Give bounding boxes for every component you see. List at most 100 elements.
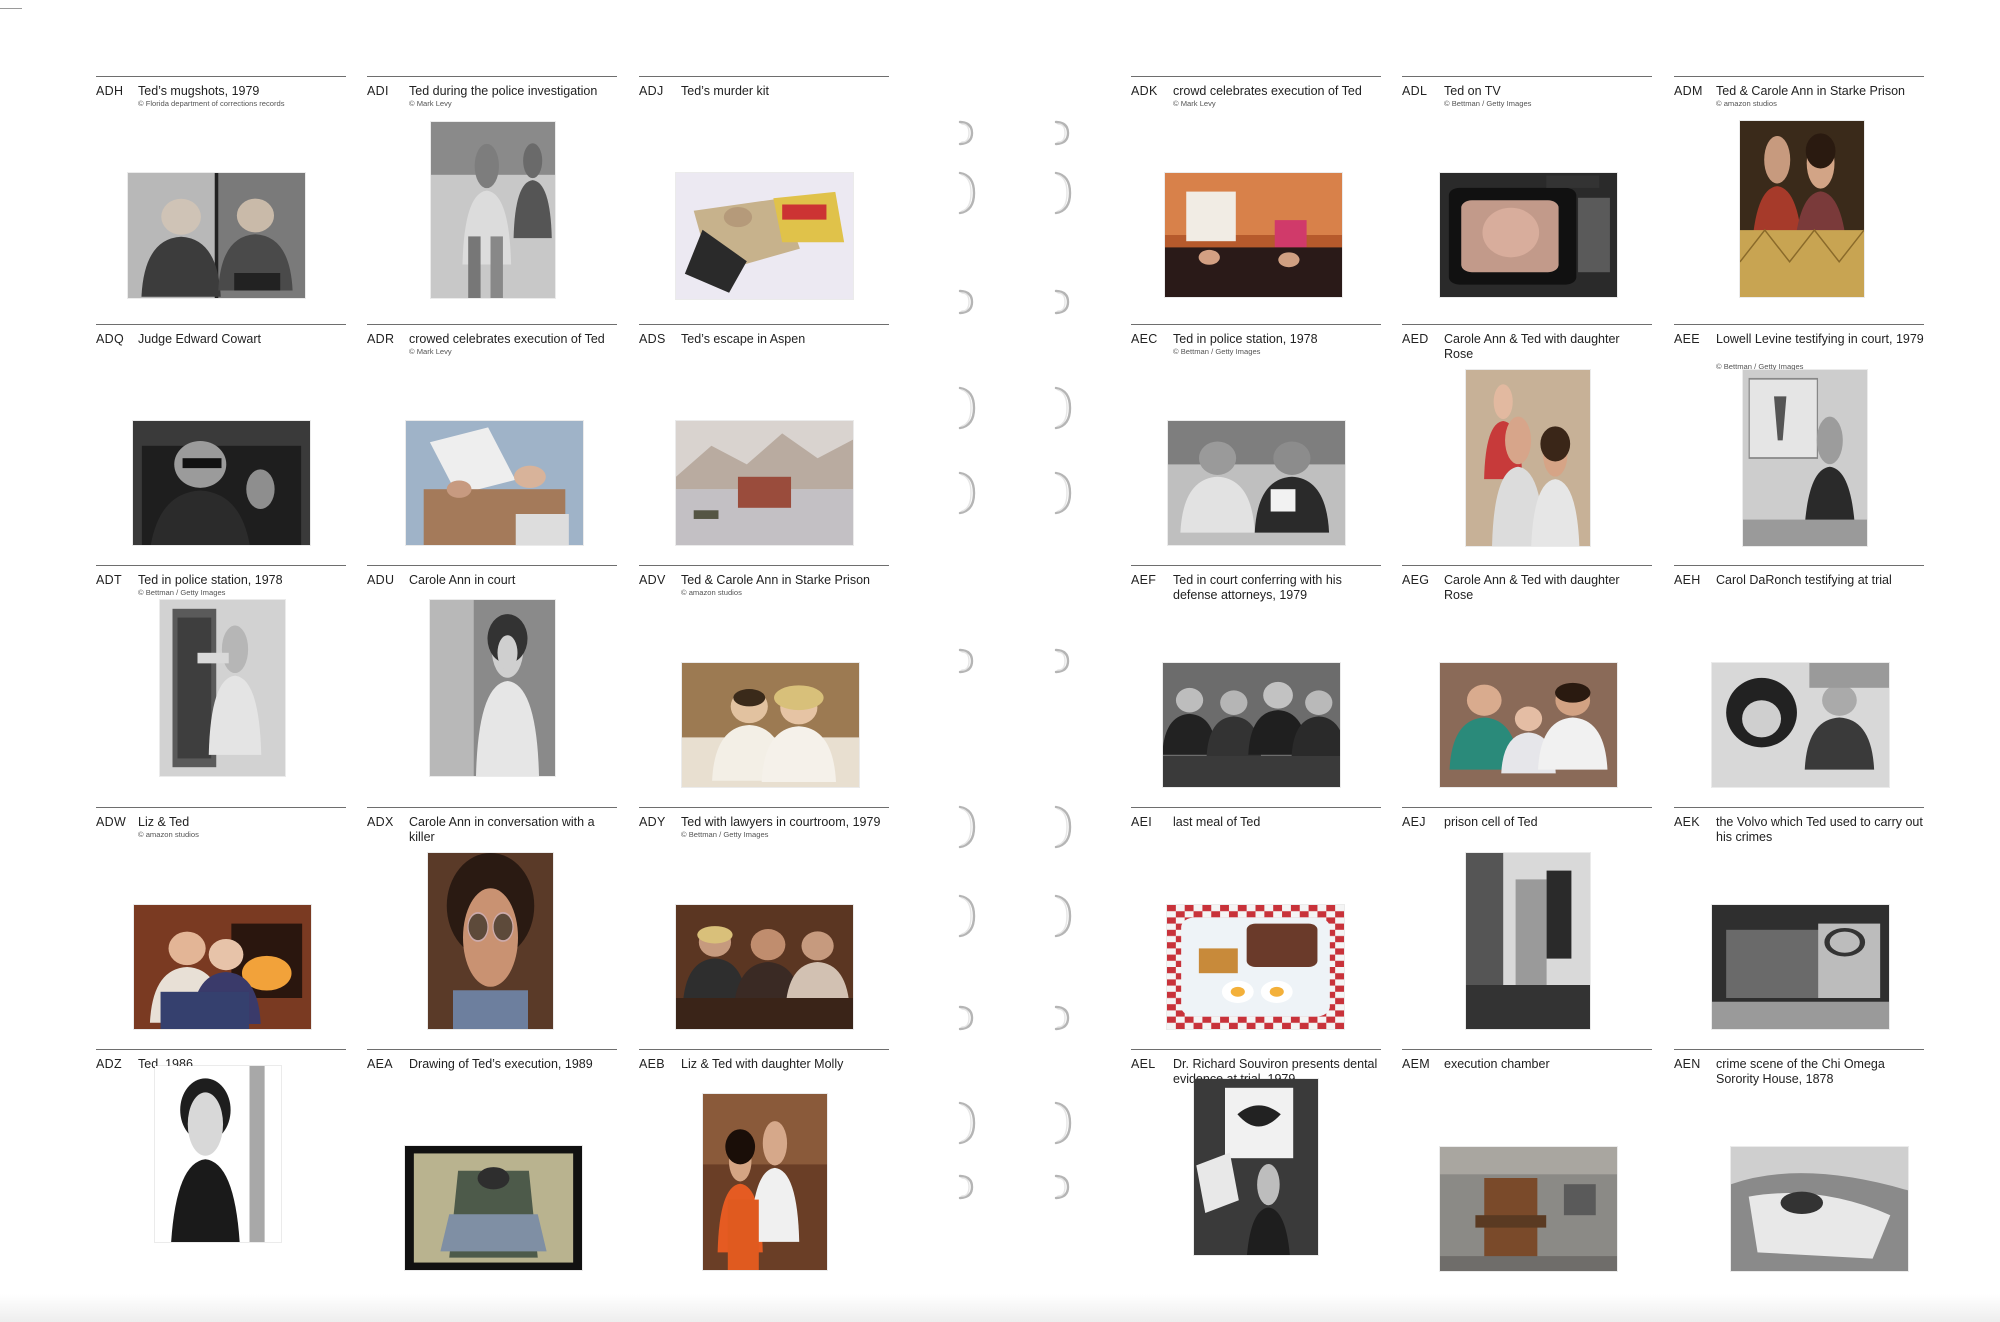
item-photo	[1712, 905, 1889, 1029]
item-divider	[639, 565, 889, 566]
item-code: ADV	[639, 573, 666, 587]
catalog-item-ady: ADY Ted with lawyers in courtroom, 1979 ©…	[639, 807, 889, 1049]
item-divider	[1674, 1049, 1924, 1050]
item-code: AEF	[1131, 573, 1157, 587]
item-divider	[96, 76, 346, 77]
item-code: ADX	[367, 815, 394, 829]
catalog-item-aei: AEI last meal of Ted	[1131, 807, 1381, 1049]
item-divider	[367, 76, 617, 77]
photo-credit: © Bettman / Getty Images	[1444, 99, 1532, 108]
item-code: AEH	[1674, 573, 1701, 587]
item-divider	[96, 807, 346, 808]
item-photo	[128, 173, 305, 298]
item-divider	[639, 807, 889, 808]
photo-credit: © Mark Levy	[1173, 99, 1216, 108]
binder-hole-icon	[958, 1174, 974, 1200]
item-code: ADL	[1402, 84, 1428, 98]
item-divider	[1402, 565, 1652, 566]
item-code: AEG	[1402, 573, 1430, 587]
item-photo	[1466, 853, 1590, 1029]
item-code: AEL	[1131, 1057, 1156, 1071]
item-caption: Ted’s murder kit	[681, 84, 769, 98]
item-photo	[155, 1066, 281, 1242]
item-photo	[428, 853, 553, 1029]
item-caption: last meal of Ted	[1173, 815, 1261, 829]
photo-credit: © amazon studios	[681, 588, 742, 597]
item-caption: Ted with lawyers in courtroom, 1979	[681, 815, 881, 829]
item-photo	[160, 600, 285, 776]
catalog-item-adu: ADU Carole Ann in court	[367, 565, 617, 807]
item-caption: the Volvo which Ted used to carry out hi…	[1716, 815, 1923, 844]
item-code: ADY	[639, 815, 666, 829]
item-caption: crime scene of the Chi Omega Sorority Ho…	[1716, 1057, 1885, 1086]
item-caption: Liz & Ted with daughter Molly	[681, 1057, 844, 1071]
item-code: AEM	[1402, 1057, 1430, 1071]
item-caption: Ted on TV	[1444, 84, 1501, 98]
photo-credit: © Mark Levy	[409, 347, 452, 356]
item-divider	[1131, 324, 1381, 325]
binder-hole-icon	[1054, 648, 1070, 674]
item-code: AEI	[1131, 815, 1153, 829]
binder-hole-icon	[958, 1005, 974, 1031]
item-caption: Ted’s mugshots, 1979	[138, 84, 260, 98]
photo-credit: © amazon studios	[138, 830, 199, 839]
item-photo	[1165, 173, 1342, 297]
catalog-item-aem: AEM execution chamber	[1402, 1049, 1652, 1291]
catalog-item-aea: AEA Drawing of Ted’s execution, 1989	[367, 1049, 617, 1291]
item-divider	[367, 1049, 617, 1050]
item-photo	[676, 421, 853, 545]
item-caption: Carole Ann & Ted with daughter Rose	[1444, 573, 1620, 602]
item-photo	[1163, 663, 1340, 787]
item-photo	[1731, 1147, 1908, 1271]
item-photo	[676, 173, 853, 299]
item-divider	[1402, 324, 1652, 325]
catalog-item-aeb: AEB Liz & Ted with daughter Molly	[639, 1049, 889, 1291]
item-caption: Judge Edward Cowart	[138, 332, 261, 346]
item-code: AEN	[1674, 1057, 1701, 1071]
item-photo	[1440, 1147, 1617, 1271]
binder-hole-icon	[958, 289, 974, 315]
binder-hole-icon	[1054, 171, 1072, 215]
catalog-item-adh: ADH Ted’s mugshots, 1979 © Florida depart…	[96, 76, 346, 318]
catalog-page-left: ADH Ted’s mugshots, 1979 © Florida depart…	[0, 0, 940, 1322]
item-divider	[96, 324, 346, 325]
item-photo	[1440, 663, 1617, 787]
binder-hole-icon	[1054, 386, 1072, 430]
item-code: ADH	[96, 84, 124, 98]
item-photo	[1168, 421, 1345, 545]
item-code: AEJ	[1402, 815, 1426, 829]
item-code: AEB	[639, 1057, 665, 1071]
catalog-item-ael: AEL Dr. Richard Souviron presents dental…	[1131, 1049, 1381, 1291]
item-divider	[1402, 1049, 1652, 1050]
item-divider	[96, 565, 346, 566]
item-divider	[1131, 1049, 1381, 1050]
item-photo	[1167, 905, 1344, 1029]
item-caption: Carol DaRonch testifying at trial	[1716, 573, 1892, 587]
catalog-item-aeg: AEG Carole Ann & Ted with daughter Rose	[1402, 565, 1652, 807]
catalog-item-adz: ADZ Ted, 1986	[96, 1049, 346, 1291]
catalog-item-aee: AEE Lowell Levine testifying in court, 1…	[1674, 324, 1924, 566]
catalog-item-adq: ADQ Judge Edward Cowart	[96, 324, 346, 566]
catalog-item-adx: ADX Carole Ann in conversation with a ki…	[367, 807, 617, 1049]
item-code: ADS	[639, 332, 666, 346]
item-divider	[1674, 807, 1924, 808]
item-divider	[367, 807, 617, 808]
catalog-page-right: ADK crowd celebrates execution of Ted © M…	[1090, 0, 2000, 1322]
catalog-item-adm: ADM Ted & Carole Ann in Starke Prison © a…	[1674, 76, 1924, 318]
item-code: AED	[1402, 332, 1429, 346]
photo-credit: © Bettman / Getty Images	[138, 588, 226, 597]
item-divider	[1674, 324, 1924, 325]
item-caption: Carole Ann in court	[409, 573, 516, 587]
catalog-item-adi: ADI Ted during the police investigation ©…	[367, 76, 617, 318]
item-divider	[1131, 807, 1381, 808]
catalog-item-aen: AEN crime scene of the Chi Omega Sororit…	[1674, 1049, 1924, 1291]
catalog-item-aej: AEJ prison cell of Ted	[1402, 807, 1652, 1049]
binder-hole-icon	[1054, 471, 1072, 515]
catalog-item-adv: ADV Ted & Carole Ann in Starke Prison © a…	[639, 565, 889, 807]
item-caption: Lowell Levine testifying in court, 1979	[1716, 332, 1924, 346]
item-code: ADW	[96, 815, 127, 829]
item-caption: Ted in court conferring with his defense…	[1173, 573, 1342, 602]
item-code: AEC	[1131, 332, 1158, 346]
item-divider	[1131, 76, 1381, 77]
item-photo	[1194, 1079, 1318, 1255]
